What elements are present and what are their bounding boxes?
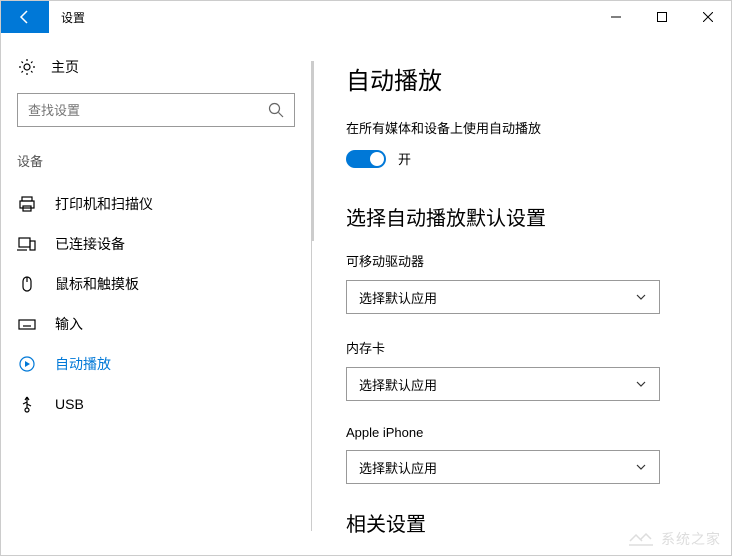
nav-label: USB	[55, 396, 84, 412]
devices-icon	[17, 234, 37, 254]
scrollbar[interactable]	[312, 61, 314, 241]
usb-icon	[17, 394, 37, 414]
sidebar-item-printers[interactable]: 打印机和扫描仪	[1, 184, 311, 224]
keyboard-icon	[17, 314, 37, 334]
home-label: 主页	[51, 57, 79, 77]
watermark-text: 系统之家	[661, 529, 721, 549]
titlebar-drag-area[interactable]	[97, 1, 593, 33]
toggle-knob	[370, 152, 384, 166]
sidebar-item-connected-devices[interactable]: 已连接设备	[1, 224, 311, 264]
toggle-state-label: 开	[398, 149, 411, 168]
sidebar-item-usb[interactable]: USB	[1, 384, 311, 424]
sidebar-item-typing[interactable]: 输入	[1, 304, 311, 344]
field-label-iphone: Apple iPhone	[346, 425, 705, 440]
dropdown-apple-iphone[interactable]: 选择默认应用	[346, 450, 660, 484]
arrow-left-icon	[17, 9, 33, 25]
maximize-button[interactable]	[639, 1, 685, 33]
toggle-track	[346, 150, 386, 168]
nav-label: 打印机和扫描仪	[55, 194, 153, 214]
dropdown-removable-drive[interactable]: 选择默认应用	[346, 280, 660, 314]
dropdown-value: 选择默认应用	[359, 375, 437, 394]
sidebar-section-label: 设备	[1, 151, 311, 184]
nav-label: 鼠标和触摸板	[55, 274, 139, 294]
window-title: 设置	[49, 1, 97, 33]
gear-icon	[17, 57, 37, 77]
mouse-icon	[17, 274, 37, 294]
search-input[interactable]	[28, 103, 268, 118]
dropdown-value: 选择默认应用	[359, 288, 437, 307]
sidebar: 主页 设备 打印机和扫描仪 已连接设备 鼠标和触摸板 输入 自动播放	[1, 33, 311, 555]
page-heading: 自动播放	[346, 61, 705, 96]
watermark: 系统之家	[627, 529, 721, 549]
sidebar-item-autoplay[interactable]: 自动播放	[1, 344, 311, 384]
autoplay-icon	[17, 354, 37, 374]
watermark-icon	[627, 529, 655, 549]
maximize-icon	[657, 12, 667, 22]
nav-label: 自动播放	[55, 354, 111, 374]
field-label-removable: 可移动驱动器	[346, 251, 705, 270]
close-button[interactable]	[685, 1, 731, 33]
search-box[interactable]	[17, 93, 295, 127]
autoplay-toggle[interactable]: 开	[346, 149, 705, 168]
printer-icon	[17, 194, 37, 214]
nav-label: 输入	[55, 314, 83, 334]
close-icon	[703, 12, 713, 22]
chevron-down-icon	[635, 461, 647, 473]
field-label-memory-card: 内存卡	[346, 338, 705, 357]
minimize-button[interactable]	[593, 1, 639, 33]
titlebar: 设置	[1, 1, 731, 33]
home-nav[interactable]: 主页	[1, 49, 311, 93]
dropdown-memory-card[interactable]: 选择默认应用	[346, 367, 660, 401]
section-heading: 选择自动播放默认设置	[346, 202, 705, 231]
search-icon	[268, 102, 284, 118]
toggle-description: 在所有媒体和设备上使用自动播放	[346, 118, 705, 137]
nav-label: 已连接设备	[55, 234, 125, 254]
content-area: 自动播放 在所有媒体和设备上使用自动播放 开 选择自动播放默认设置 可移动驱动器…	[312, 33, 731, 555]
chevron-down-icon	[635, 378, 647, 390]
sidebar-item-mouse[interactable]: 鼠标和触摸板	[1, 264, 311, 304]
dropdown-value: 选择默认应用	[359, 458, 437, 477]
chevron-down-icon	[635, 291, 647, 303]
minimize-icon	[611, 12, 621, 22]
back-button[interactable]	[1, 1, 49, 33]
